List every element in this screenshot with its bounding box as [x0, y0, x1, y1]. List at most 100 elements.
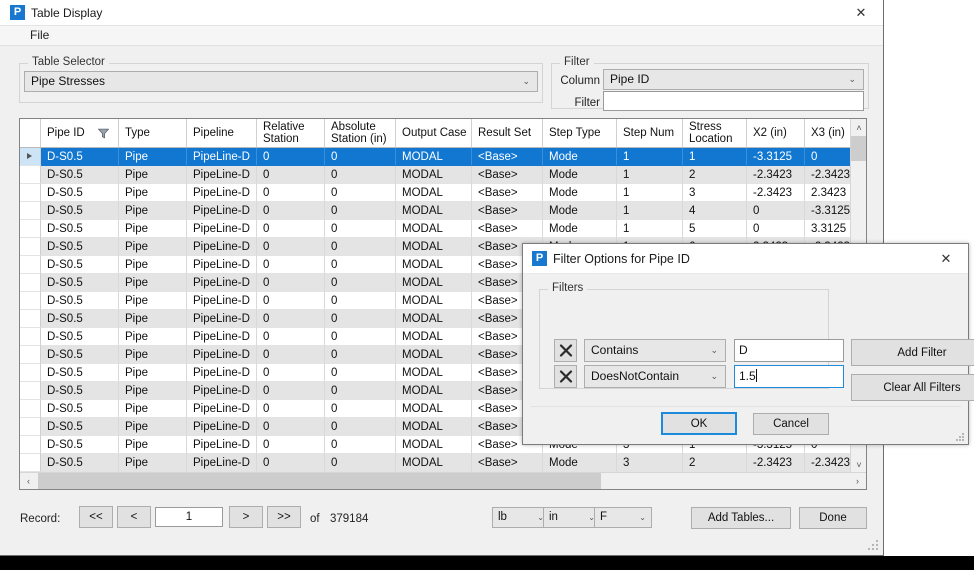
- cancel-button[interactable]: Cancel: [753, 413, 829, 435]
- table-cell[interactable]: Pipe: [119, 274, 187, 292]
- table-cell[interactable]: PipeLine-D: [187, 274, 257, 292]
- table-cell[interactable]: PipeLine-D: [187, 310, 257, 328]
- row-indicator[interactable]: [20, 418, 41, 436]
- row-indicator[interactable]: [20, 238, 41, 256]
- scroll-down-icon[interactable]: ˅: [851, 456, 866, 473]
- temperature-unit-combo[interactable]: F ⌄: [594, 507, 652, 528]
- table-cell[interactable]: 0: [257, 256, 325, 274]
- table-cell[interactable]: Pipe: [119, 238, 187, 256]
- length-unit-combo[interactable]: in ⌄: [543, 507, 601, 528]
- table-cell[interactable]: 0: [747, 220, 805, 238]
- row-indicator[interactable]: [20, 166, 41, 184]
- table-cell[interactable]: PipeLine-D: [187, 220, 257, 238]
- vertical-scroll-thumb[interactable]: [851, 136, 866, 161]
- row-indicator[interactable]: [20, 256, 41, 274]
- table-cell[interactable]: Mode: [543, 220, 617, 238]
- table-cell[interactable]: 0: [325, 328, 396, 346]
- table-cell[interactable]: -3.3125: [805, 202, 851, 220]
- filter-column-combo[interactable]: Pipe ID ⌄: [603, 69, 864, 90]
- table-cell[interactable]: 0: [325, 238, 396, 256]
- table-cell[interactable]: 0: [257, 148, 325, 166]
- table-cell[interactable]: MODAL: [396, 292, 472, 310]
- table-cell[interactable]: MODAL: [396, 400, 472, 418]
- table-cell[interactable]: D-S0.5: [41, 166, 119, 184]
- table-cell[interactable]: Mode: [543, 166, 617, 184]
- table-cell[interactable]: Pipe: [119, 328, 187, 346]
- table-cell[interactable]: 0: [257, 346, 325, 364]
- close-icon[interactable]: ✕: [839, 0, 883, 25]
- table-cell[interactable]: D-S0.5: [41, 256, 119, 274]
- table-cell[interactable]: MODAL: [396, 148, 472, 166]
- table-cell[interactable]: 0: [325, 382, 396, 400]
- table-cell[interactable]: 0: [325, 346, 396, 364]
- table-cell[interactable]: Pipe: [119, 184, 187, 202]
- table-cell[interactable]: D-S0.5: [41, 310, 119, 328]
- table-cell[interactable]: PipeLine-D: [187, 400, 257, 418]
- ok-button[interactable]: OK: [661, 412, 737, 435]
- column-header-result-set[interactable]: Result Set: [472, 119, 543, 147]
- table-cell[interactable]: D-S0.5: [41, 292, 119, 310]
- column-header-step-type[interactable]: Step Type: [543, 119, 617, 147]
- table-cell[interactable]: D-S0.5: [41, 454, 119, 472]
- row-indicator[interactable]: [20, 148, 41, 166]
- previous-record-button[interactable]: <: [117, 506, 151, 528]
- table-cell[interactable]: -2.3423: [805, 454, 851, 472]
- table-cell[interactable]: Pipe: [119, 364, 187, 382]
- row-indicator[interactable]: [20, 328, 41, 346]
- table-cell[interactable]: 5: [683, 220, 747, 238]
- table-cell[interactable]: 0: [805, 148, 851, 166]
- table-cell[interactable]: 0: [257, 382, 325, 400]
- table-cell[interactable]: D-S0.5: [41, 436, 119, 454]
- table-cell[interactable]: 0: [257, 184, 325, 202]
- first-record-button[interactable]: <<: [79, 506, 113, 528]
- table-cell[interactable]: 0: [257, 310, 325, 328]
- table-row[interactable]: D-S0.5 Pipe PipeLine-D 0 0 MODAL <Base> Mode 1 1-…: [20, 148, 851, 166]
- column-header-pipe-id[interactable]: Pipe ID: [41, 119, 119, 147]
- table-cell[interactable]: MODAL: [396, 328, 472, 346]
- table-cell[interactable]: Mode: [543, 148, 617, 166]
- table-cell[interactable]: PipeLine-D: [187, 166, 257, 184]
- table-cell[interactable]: D-S0.5: [41, 220, 119, 238]
- table-cell[interactable]: PipeLine-D: [187, 202, 257, 220]
- table-cell[interactable]: D-S0.5: [41, 184, 119, 202]
- table-cell[interactable]: 1: [617, 220, 683, 238]
- table-cell[interactable]: 0: [325, 418, 396, 436]
- column-header-absolute[interactable]: Absolute Station (in): [325, 119, 396, 147]
- table-cell[interactable]: PipeLine-D: [187, 346, 257, 364]
- table-cell[interactable]: 0: [325, 436, 396, 454]
- table-cell[interactable]: Pipe: [119, 148, 187, 166]
- table-cell[interactable]: 1: [617, 202, 683, 220]
- table-cell[interactable]: 0: [257, 436, 325, 454]
- table-cell[interactable]: 0: [257, 418, 325, 436]
- table-cell[interactable]: MODAL: [396, 274, 472, 292]
- table-cell[interactable]: 0: [257, 400, 325, 418]
- filter-operator-combo-1[interactable]: Contains ⌄: [584, 339, 726, 362]
- row-indicator[interactable]: [20, 310, 41, 328]
- table-cell[interactable]: 0: [325, 292, 396, 310]
- scroll-right-icon[interactable]: ›: [849, 473, 866, 489]
- scroll-left-icon[interactable]: ‹: [20, 473, 37, 489]
- table-row[interactable]: D-S0.5 Pipe PipeLine-D 0 0 MODAL <Base> Mode 1 2-…: [20, 166, 851, 184]
- record-number-input[interactable]: 1: [155, 507, 223, 527]
- table-cell[interactable]: 0: [325, 274, 396, 292]
- table-cell[interactable]: Mode: [543, 454, 617, 472]
- table-cell[interactable]: MODAL: [396, 454, 472, 472]
- table-cell[interactable]: MODAL: [396, 166, 472, 184]
- table-cell[interactable]: <Base>: [472, 202, 543, 220]
- table-cell[interactable]: 2: [683, 454, 747, 472]
- row-indicator[interactable]: [20, 292, 41, 310]
- table-cell[interactable]: Pipe: [119, 436, 187, 454]
- table-cell[interactable]: MODAL: [396, 418, 472, 436]
- table-cell[interactable]: Pipe: [119, 256, 187, 274]
- table-cell[interactable]: Mode: [543, 202, 617, 220]
- table-cell[interactable]: Pipe: [119, 346, 187, 364]
- table-cell[interactable]: Pipe: [119, 166, 187, 184]
- row-indicator[interactable]: [20, 400, 41, 418]
- row-indicator[interactable]: [20, 184, 41, 202]
- column-header-output-case[interactable]: Output Case: [396, 119, 472, 147]
- table-cell[interactable]: Pipe: [119, 292, 187, 310]
- table-cell[interactable]: 0: [325, 400, 396, 418]
- dialog-resize-grip[interactable]: [955, 432, 965, 442]
- table-selector-combo[interactable]: Pipe Stresses ⌄: [24, 71, 538, 92]
- table-cell[interactable]: PipeLine-D: [187, 256, 257, 274]
